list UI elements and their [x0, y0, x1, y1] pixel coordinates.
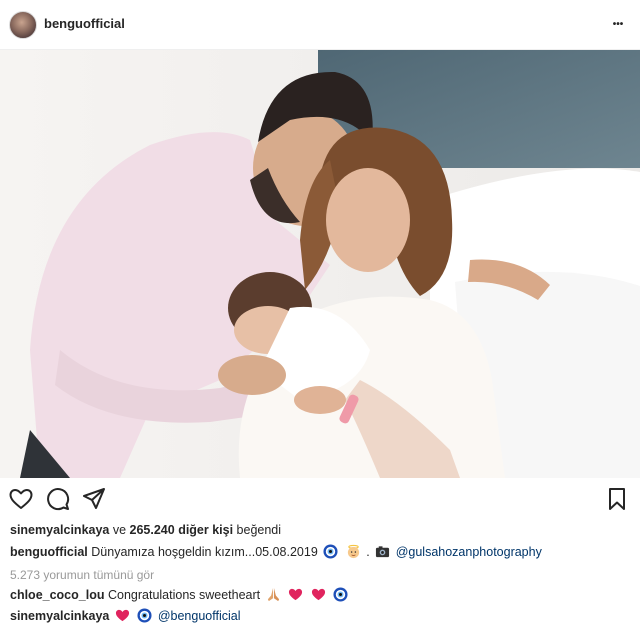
red-heart-icon [115, 609, 129, 622]
post-username[interactable]: benguofficial [44, 16, 125, 31]
more-options-label: ••• [612, 18, 624, 30]
nazar-icon [137, 608, 152, 623]
post-photo[interactable] [0, 50, 640, 478]
likes-joiner: ve [109, 523, 130, 537]
caption-text: Dünyamıza hoşgeldin kızım...05.08.2019 [91, 545, 318, 559]
liker-username[interactable]: sinemyalcinkaya [10, 523, 109, 537]
caption-separator: . [366, 545, 370, 559]
camera-icon [376, 546, 390, 558]
likes-summary: sinemyalcinkaya ve 265.240 diğer kişi be… [10, 523, 281, 537]
comment-text: Congratulations sweetheart [107, 588, 261, 602]
comment-row: sinemyalcinkaya @benguofficial [10, 608, 240, 623]
comment-row: chloe_coco_lou Congratulations sweethear… [10, 587, 350, 602]
likes-count[interactable]: 265.240 diğer kişi [130, 523, 234, 537]
post-actions [0, 486, 640, 514]
heart-outline-icon[interactable] [8, 486, 34, 512]
praying-hands-icon [267, 587, 279, 602]
post-header: benguofficial ••• [0, 0, 640, 50]
post-caption: benguofficial Dünyamıza hoşgeldin kızım.… [10, 544, 542, 559]
caption-username[interactable]: benguofficial [10, 545, 88, 559]
view-all-comments-link[interactable]: 5.273 yorumun tümünü gör [10, 568, 154, 582]
comment-username[interactable]: chloe_coco_lou [10, 588, 104, 602]
instagram-post: benguofficial ••• sinemyalcinkaya ve 265… [0, 0, 640, 624]
comment-bubble-icon[interactable] [45, 486, 71, 512]
comment-username[interactable]: sinemyalcinkaya [10, 609, 109, 623]
woman-face [326, 168, 410, 272]
profile-avatar[interactable] [9, 11, 37, 39]
nazar-icon [333, 587, 348, 602]
likes-suffix: beğendi [233, 523, 282, 537]
bookmark-icon[interactable] [604, 486, 630, 512]
baby-angel-icon [347, 544, 359, 559]
send-arrow-icon[interactable] [81, 486, 107, 512]
nazar-icon [323, 544, 338, 559]
more-options-icon[interactable]: ••• [606, 12, 630, 36]
red-heart-icon [311, 588, 325, 601]
comment-mention[interactable]: @benguofficial [158, 609, 241, 623]
family-photo-illustration [0, 50, 640, 478]
red-heart-icon [289, 588, 303, 601]
photographer-mention[interactable]: @gulsahozanphotography [396, 545, 542, 559]
